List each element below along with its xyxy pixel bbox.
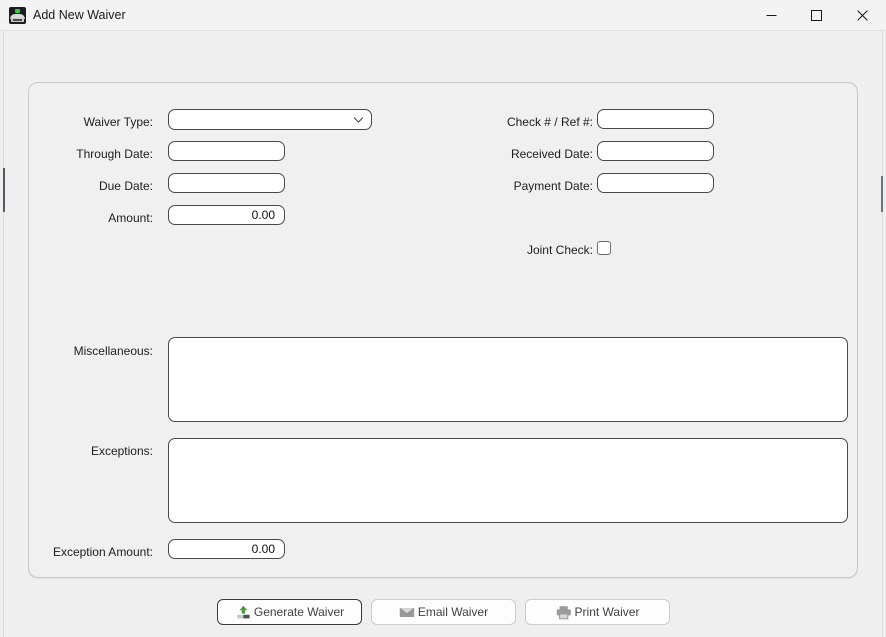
check-ref-input[interactable] [597,109,714,129]
miscellaneous-textarea[interactable] [168,337,848,422]
waiver-type-select[interactable] [168,109,372,130]
maximize-button[interactable] [793,0,839,31]
exception-amount-label: Exception Amount: [52,545,153,559]
due-date-input[interactable] [168,173,285,193]
envelope-icon [399,604,416,621]
exceptions-label: Exceptions: [90,444,153,458]
received-date-label: Received Date: [510,147,593,161]
chevron-down-icon [353,116,364,123]
upload-arrow-icon [235,604,252,621]
generate-waiver-button[interactable]: Generate Waiver [217,599,362,625]
waiver-form-panel: Waiver Type: Through Date: Due Date: Amo… [28,82,858,578]
through-date-label: Through Date: [76,147,153,161]
payment-date-label: Payment Date: [513,179,593,193]
background-window-edge-left [3,0,4,637]
minimize-button[interactable] [748,0,794,31]
email-waiver-label: Email Waiver [417,605,489,619]
payment-date-input[interactable] [597,173,714,193]
maximize-icon [810,10,822,21]
check-ref-label: Check # / Ref #: [506,115,593,129]
amount-label: Amount: [108,211,153,225]
exceptions-textarea[interactable] [168,438,848,523]
window-title: Add New Waiver [33,8,126,22]
background-window-accent-right [881,176,883,212]
add-new-waiver-window: Add New Waiver Waiver Type: Through Date… [0,0,886,637]
amount-input[interactable]: 0.00 [168,205,285,225]
title-bar: Add New Waiver [0,0,886,31]
joint-check-label: Joint Check: [526,243,593,257]
received-date-input[interactable] [597,141,714,161]
waiver-type-label: Waiver Type: [83,115,153,129]
background-window-accent-left [3,168,5,212]
close-icon [856,10,868,21]
app-house-icon [9,7,26,24]
close-button[interactable] [839,0,885,31]
generate-waiver-label: Generate Waiver [253,605,345,619]
minimize-icon [766,15,776,16]
miscellaneous-label: Miscellaneous: [73,344,153,358]
email-waiver-button[interactable]: Email Waiver [371,599,516,625]
printer-icon [556,604,573,621]
print-waiver-button[interactable]: Print Waiver [525,599,670,625]
background-window-edge-right [882,0,883,637]
joint-check-checkbox[interactable] [597,241,611,255]
print-waiver-label: Print Waiver [574,605,640,619]
through-date-input[interactable] [168,141,285,161]
exception-amount-input[interactable]: 0.00 [168,539,285,559]
due-date-label: Due Date: [98,179,153,193]
